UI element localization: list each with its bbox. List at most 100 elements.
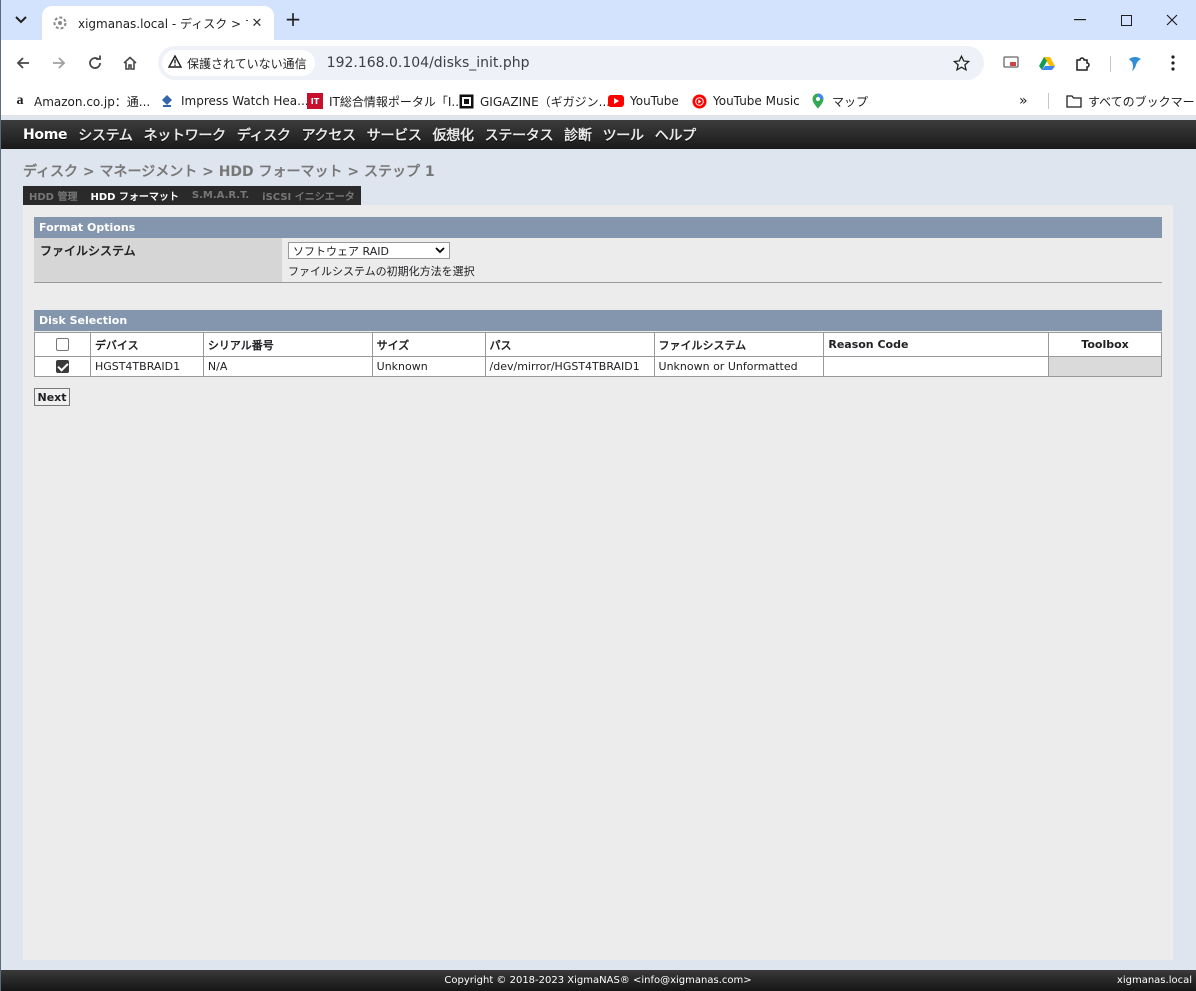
new-tab-plus-icon[interactable]: + [282, 8, 304, 32]
bookmark-maps[interactable]: マップ [810, 92, 868, 110]
footer-copyright: Copyright © 2018-2023 XigmaNAS® <info@xi… [444, 975, 752, 986]
xigmanas-page: Home システム ネットワーク ディスク アクセス サービス 仮想化 ステータ… [0, 117, 1196, 991]
filesystem-option-row: ファイルシステム ソフトウェア RAID ファイルシステムの初期化方法を選択 [34, 238, 1162, 283]
window-border [0, 0, 1, 991]
impress-icon [159, 93, 175, 109]
google-drive-icon[interactable] [1036, 52, 1058, 74]
tab-search-chevron-icon[interactable] [8, 8, 34, 32]
column-header[interactable]: シリアル番号 [202, 332, 373, 357]
subtab-bar: HDD 管理 HDD フォーマット S.M.A.R.T. iSCSI イニシエー… [23, 186, 361, 205]
browser-tab-strip: xigmanas.local - ディスク > マネ- ✕ + [0, 0, 1196, 40]
column-header[interactable]: ファイルシステム [653, 332, 825, 357]
menu-diagnostics[interactable]: 診断 [564, 125, 592, 145]
menu-help[interactable]: ヘルプ [655, 125, 696, 145]
filesystem-selected-value: ソフトウェア RAID [293, 244, 389, 258]
bookmark-label: Impress Watch Hea... [181, 94, 309, 108]
footer-hostname: xigmanas.local [1116, 975, 1192, 986]
itmedia-icon: IT [307, 93, 323, 109]
tab-hdd-management[interactable]: HDD 管理 [29, 188, 77, 203]
maximize-icon[interactable] [1103, 6, 1149, 34]
all-bookmarks-label: すべてのブックマーク [1088, 94, 1196, 109]
toolbox-cell [1048, 356, 1162, 377]
content-area: Format Options ファイルシステム ソフトウェア RAID ファイル… [23, 205, 1173, 960]
youtube-icon [608, 93, 624, 109]
filesystem-cell: Unknown or Unformatted [653, 356, 825, 377]
amazon-icon: a [16, 93, 24, 108]
back-arrow-icon[interactable] [10, 50, 36, 76]
reload-icon[interactable] [82, 50, 108, 76]
youtube-music-icon [691, 93, 707, 109]
bookmarks-divider [1048, 93, 1049, 109]
xigmanas-favicon-icon [52, 15, 68, 31]
security-indicator[interactable]: 保護されていない通信 [162, 50, 315, 76]
bookmark-label: YouTube [630, 94, 679, 108]
bookmark-impress[interactable]: Impress Watch Hea... [159, 92, 309, 110]
address-bar[interactable]: 保護されていない通信 192.168.0.104/disks_init.php [158, 46, 984, 80]
home-icon[interactable] [117, 50, 143, 76]
security-label: 保護されていない通信 [187, 56, 307, 71]
menu-home[interactable]: Home [23, 127, 68, 143]
format-options-heading: Format Options [34, 217, 1162, 238]
tab-close-icon[interactable]: ✕ [248, 14, 266, 32]
filesystem-label: ファイルシステム [34, 238, 282, 282]
all-bookmarks-folder[interactable]: すべてのブックマーク [1066, 92, 1196, 110]
more-bookmarks-chevron-icon[interactable]: » [1019, 92, 1028, 110]
column-header[interactable]: パス [484, 332, 655, 357]
select-all-checkbox[interactable] [55, 338, 69, 352]
window-close-icon[interactable] [1149, 6, 1195, 34]
footer: Copyright © 2018-2023 XigmaNAS® <info@xi… [0, 970, 1196, 991]
bookmarks-bar: a Amazon.co.jp：通... Impress Watch Hea...… [0, 86, 1196, 116]
reason-code-cell [823, 356, 1050, 377]
browser-toolbar: 保護されていない通信 192.168.0.104/disks_init.php [0, 40, 1196, 86]
bookmark-gigazine[interactable]: GIGAZINE（ギガジン... [458, 92, 610, 110]
forward-arrow-icon[interactable] [46, 50, 72, 76]
filesystem-hint: ファイルシステムの初期化方法を選択 [288, 265, 475, 278]
bookmark-youtube-music[interactable]: YouTube Music [691, 92, 800, 110]
tab-smart[interactable]: S.M.A.R.T. [192, 190, 249, 201]
column-header[interactable]: サイズ [371, 332, 486, 357]
bookmark-youtube[interactable]: YouTube [608, 92, 679, 110]
gigazine-icon [458, 93, 474, 109]
row-select-cell [34, 356, 91, 377]
extensions-puzzle-icon[interactable] [1072, 52, 1094, 74]
next-button[interactable]: Next [34, 388, 70, 406]
menu-system[interactable]: システム [78, 125, 133, 145]
menu-disks[interactable]: ディスク [237, 125, 291, 145]
page-title: ディスク > マネージメント > HDD フォーマット > ステップ 1 [23, 164, 435, 180]
url-text[interactable]: 192.168.0.104/disks_init.php [327, 55, 948, 71]
browser-tab[interactable]: xigmanas.local - ディスク > マネ- ✕ [42, 6, 274, 40]
menu-network[interactable]: ネットワーク [144, 125, 227, 145]
minimize-icon[interactable] [1057, 6, 1103, 34]
cast-icon[interactable] [1000, 52, 1022, 74]
menu-status[interactable]: ステータス [485, 125, 554, 145]
bookmark-label: YouTube Music [713, 94, 800, 108]
device-cell: HGST4TBRAID1 [89, 356, 204, 377]
column-header[interactable]: Reason Code [823, 332, 1050, 357]
size-cell: Unknown [371, 356, 486, 377]
warning-triangle-icon [167, 54, 183, 71]
tab-iscsi-initiator[interactable]: iSCSI イニシエータ [262, 188, 355, 203]
main-menu: Home システム ネットワーク ディスク アクセス サービス 仮想化 ステータ… [0, 120, 1196, 149]
menu-access[interactable]: アクセス [302, 125, 356, 145]
menu-services[interactable]: サービス [367, 125, 422, 145]
bookmark-amazon[interactable]: a Amazon.co.jp：通... [12, 92, 151, 110]
filesystem-select[interactable]: ソフトウェア RAID [288, 242, 450, 259]
menu-virtualization[interactable]: 仮想化 [433, 125, 474, 145]
chevron-down-icon [435, 244, 445, 257]
filesystem-value-cell: ソフトウェア RAID ファイルシステムの初期化方法を選択 [282, 238, 1162, 282]
tab-title: xigmanas.local - ディスク > マネ- [78, 16, 248, 31]
table-header-row: デバイス シリアル番号 サイズ パス ファイルシステム Reason Code … [34, 332, 1162, 357]
bookmark-itmedia[interactable]: IT IT総合情報ポータル「I... [307, 92, 463, 110]
browser-menu-kebab-icon[interactable] [1162, 52, 1184, 74]
bookmark-label: マップ [832, 94, 869, 109]
menu-tools[interactable]: ツール [603, 125, 644, 145]
column-header[interactable]: デバイス [89, 332, 204, 357]
toolbar-divider [1110, 56, 1111, 72]
bookmark-label: Amazon.co.jp：通... [34, 94, 151, 109]
column-header: Toolbox [1048, 332, 1162, 357]
row-checkbox[interactable] [55, 360, 69, 374]
disk-selection-heading: Disk Selection [34, 310, 1162, 331]
tab-hdd-format[interactable]: HDD フォーマット [90, 188, 178, 203]
profile-avatar-icon[interactable] [1124, 52, 1146, 74]
bookmark-star-icon[interactable] [948, 50, 974, 76]
